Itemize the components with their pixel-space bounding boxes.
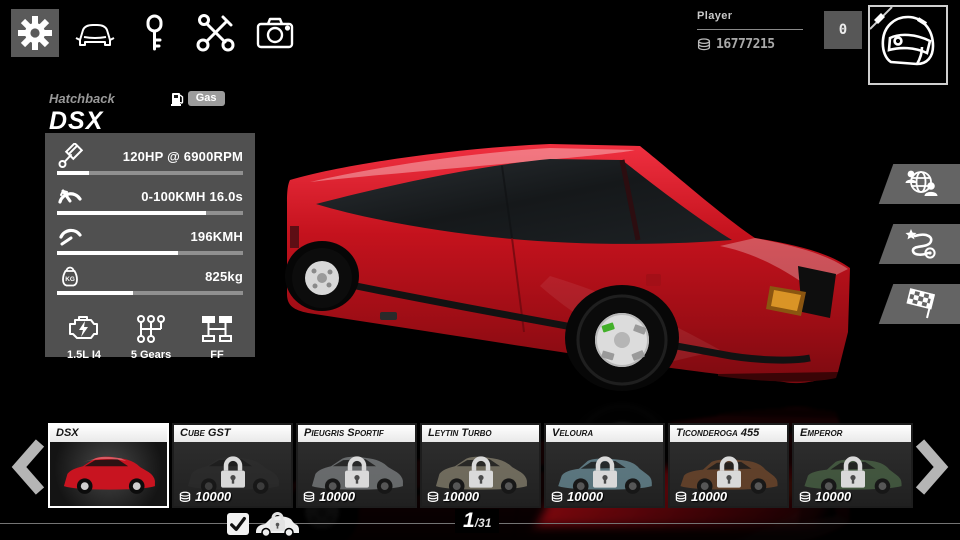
engine-icon — [67, 315, 101, 343]
fuel-pump-icon — [171, 90, 184, 106]
tab-photo[interactable] — [251, 9, 299, 57]
car-card-dsx[interactable]: DSX — [48, 423, 169, 508]
chevron-right-icon — [912, 438, 952, 496]
car-card-ticonderoga-455[interactable]: Ticonderoga 455 — [668, 423, 789, 508]
tab-keys[interactable] — [131, 9, 179, 57]
coins-icon — [179, 491, 191, 503]
car-price: 10000 — [567, 489, 603, 504]
player-currency: 16777215 — [716, 37, 775, 52]
car-card-title: Ticonderoga 455 — [670, 425, 787, 442]
show-locked-toggle[interactable] — [227, 511, 300, 537]
avatar[interactable] — [868, 5, 948, 85]
chevron-left-icon — [8, 438, 48, 496]
page-current: 1 — [463, 509, 475, 533]
vehicle-stats-panel: 120HP @ 6900RPM 0-100KMH 16.0s — [45, 133, 255, 357]
coins-icon — [427, 491, 439, 503]
tab-garage[interactable] — [71, 9, 119, 57]
car-carousel: DSX Cube GST — [48, 423, 913, 508]
coins-icon — [303, 491, 315, 503]
car-card-title: Pieugris Sportif — [298, 425, 415, 442]
player-name: Player — [697, 10, 803, 22]
carousel-page-indicator: 1 /31 — [455, 509, 499, 533]
car-card-leytin-turbo[interactable]: Leytin Turbo — [420, 423, 541, 508]
main-car-image — [250, 126, 870, 396]
career-button[interactable] — [879, 224, 960, 264]
route-icon — [904, 228, 938, 260]
piston-icon — [57, 143, 83, 169]
car-thumbnail — [57, 451, 161, 497]
weight-icon: KG — [57, 263, 83, 289]
tab-settings[interactable] — [11, 9, 59, 57]
shifter-icon — [135, 315, 167, 343]
notification-counter[interactable]: 0 — [824, 11, 862, 49]
game-screen: Player 16777215 0 — [0, 0, 960, 540]
stat-power-bar — [57, 171, 243, 175]
car-price: 10000 — [691, 489, 727, 504]
car-card-title: Emperor — [794, 425, 911, 442]
accel-gauge-icon — [57, 183, 83, 209]
car-card-cube-gst[interactable]: Cube GST 1000 — [172, 423, 293, 508]
helmet-icon — [870, 7, 942, 79]
player-info[interactable]: Player 16777215 — [697, 10, 803, 52]
spec-gearbox: 5 Gears — [131, 349, 171, 361]
carousel-prev-button[interactable] — [8, 438, 48, 496]
car-price: 10000 — [195, 489, 231, 504]
race-button[interactable] — [879, 284, 960, 324]
stat-weight-bar — [57, 291, 243, 295]
car-price: 10000 — [443, 489, 479, 504]
lock-icon — [715, 456, 743, 490]
stat-topspeed: 196KMH — [87, 229, 243, 244]
car-icon — [73, 18, 117, 48]
car-card-pieugris-sportif[interactable]: Pieugris Sportif — [296, 423, 417, 508]
top-toolbar — [11, 9, 299, 57]
show-locked-checkbox[interactable] — [227, 513, 249, 535]
vehicle-name: DSX — [49, 107, 225, 136]
tools-icon — [193, 13, 237, 53]
globe-users-icon — [904, 168, 938, 200]
camera-icon — [255, 16, 295, 50]
car-card-title: Leytin Turbo — [422, 425, 539, 442]
drivetrain-icon — [201, 315, 233, 343]
spec-engine: 1.5L I4 — [67, 349, 101, 361]
car-price: 10000 — [319, 489, 355, 504]
stat-acceleration: 0-100KMH 16.0s — [87, 189, 243, 204]
gear-icon — [17, 15, 53, 51]
divider — [697, 29, 803, 30]
tab-tuning[interactable] — [191, 9, 239, 57]
lock-icon — [467, 456, 495, 490]
multiplayer-button[interactable] — [879, 164, 960, 204]
car-card-title: Cube GST — [174, 425, 291, 442]
vehicle-category: Hatchback — [49, 91, 115, 106]
coins-icon — [799, 491, 811, 503]
notification-count: 0 — [839, 22, 847, 38]
stat-power: 120HP @ 6900RPM — [87, 149, 243, 164]
spec-drivetrain: FF — [210, 349, 223, 361]
page-total: /31 — [475, 516, 492, 530]
coins-icon — [697, 38, 711, 51]
fuel-type-badge: Gas — [188, 91, 225, 106]
car-card-veloura[interactable]: Veloura 10000 — [544, 423, 665, 508]
lock-icon — [343, 456, 371, 490]
vehicle-title-block: Hatchback Gas DSX — [49, 90, 225, 136]
car-card-title: Veloura — [546, 425, 663, 442]
lock-icon — [839, 456, 867, 490]
lock-icon — [591, 456, 619, 490]
car-card-emperor[interactable]: Emperor 10000 — [792, 423, 913, 508]
stat-topspeed-bar — [57, 251, 243, 255]
speed-gauge-icon — [57, 223, 83, 249]
svg-text:KG: KG — [65, 276, 75, 283]
locked-car-icon — [254, 511, 300, 537]
car-price: 10000 — [815, 489, 851, 504]
lock-icon — [219, 456, 247, 490]
stat-weight: 825kg — [87, 269, 243, 284]
checkered-flag-icon — [904, 288, 938, 320]
key-icon — [141, 13, 169, 53]
check-icon — [229, 515, 247, 533]
coins-icon — [675, 491, 687, 503]
carousel-next-button[interactable] — [912, 438, 952, 496]
stat-acceleration-bar — [57, 211, 243, 215]
car-card-title: DSX — [50, 425, 167, 442]
coins-icon — [551, 491, 563, 503]
